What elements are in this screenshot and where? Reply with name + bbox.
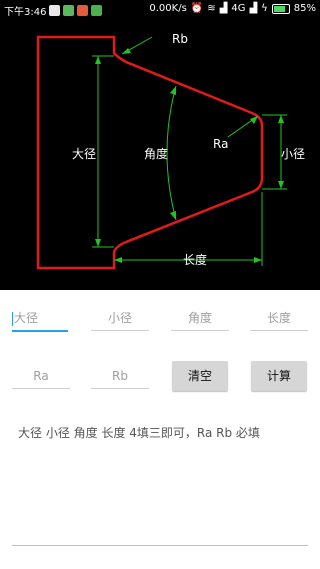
rb-input[interactable]: Rb [91, 364, 149, 389]
network-speed: 0.00K/s [149, 3, 187, 14]
angle-arc [166, 85, 177, 221]
signal-icon-2: ▟ [249, 3, 258, 14]
angle-arrow-top [170, 86, 176, 95]
wifi-icon: ≋ [207, 3, 216, 14]
big-diameter-arrow-bottom [95, 239, 101, 247]
label-rb: Rb [172, 32, 188, 46]
ra-input[interactable]: Ra [12, 364, 70, 389]
angle-input[interactable]: 角度 [171, 306, 229, 331]
network-type: 4G [231, 3, 246, 14]
notification-message-icon [63, 5, 75, 16]
small-diameter-arrow-bottom [278, 181, 284, 189]
rb-placeholder: Rb [112, 369, 128, 383]
small-diameter-placeholder: 小径 [107, 311, 132, 325]
notification-shop-icon [77, 5, 89, 16]
clear-button[interactable]: 清空 [172, 361, 228, 391]
label-length: 长度 [183, 253, 208, 267]
ra-placeholder: Ra [33, 369, 49, 383]
label-ra: Ra [213, 137, 229, 151]
length-placeholder: 长度 [266, 311, 291, 325]
angle-placeholder: 角度 [187, 311, 212, 325]
taper-diagram: Rb Ra 大径 小径 角度 长度 [0, 20, 320, 290]
rb-leader-arrow [122, 48, 131, 54]
length-arrow-right [254, 257, 262, 263]
angle-arrow-bottom [170, 211, 176, 220]
small-diameter-input[interactable]: 小径 [91, 306, 149, 331]
hint-text: 大径 小径 角度 长度 4填三即可，Ra Rb 必填 [18, 426, 260, 440]
notification-app-icon [49, 5, 61, 16]
status-right: 0.00K/s ⏰ ≋ ▟ 4G ▟ ϟ 85% [149, 3, 316, 14]
result-area-divider [12, 545, 308, 546]
status-bar: 下午3:46 0.00K/s ⏰ ≋ ▟ 4G ▟ ϟ 85% [0, 0, 320, 20]
status-time: 下午3:46 [4, 7, 47, 18]
charging-icon: ϟ [261, 3, 268, 14]
length-input[interactable]: 长度 [250, 306, 308, 331]
big-diameter-placeholder: 大径 [14, 311, 39, 325]
calculate-button[interactable]: 计算 [251, 361, 307, 391]
big-diameter-arrow-top [95, 56, 101, 64]
big-diameter-input[interactable]: 大径 [12, 306, 68, 332]
label-small-diameter: 小径 [281, 147, 306, 161]
ra-leader-arrow [250, 116, 258, 124]
signal-icon: ▟ [219, 3, 228, 14]
battery-level: 85% [293, 3, 316, 14]
battery-icon [271, 3, 290, 14]
alarm-icon: ⏰ [190, 3, 204, 14]
label-big-diameter: 大径 [72, 147, 97, 161]
small-diameter-arrow-top [278, 115, 284, 123]
text-caret [12, 311, 13, 326]
label-angle: 角度 [144, 147, 169, 161]
status-left: 下午3:46 [4, 3, 103, 18]
notification-store-icon [91, 5, 103, 16]
